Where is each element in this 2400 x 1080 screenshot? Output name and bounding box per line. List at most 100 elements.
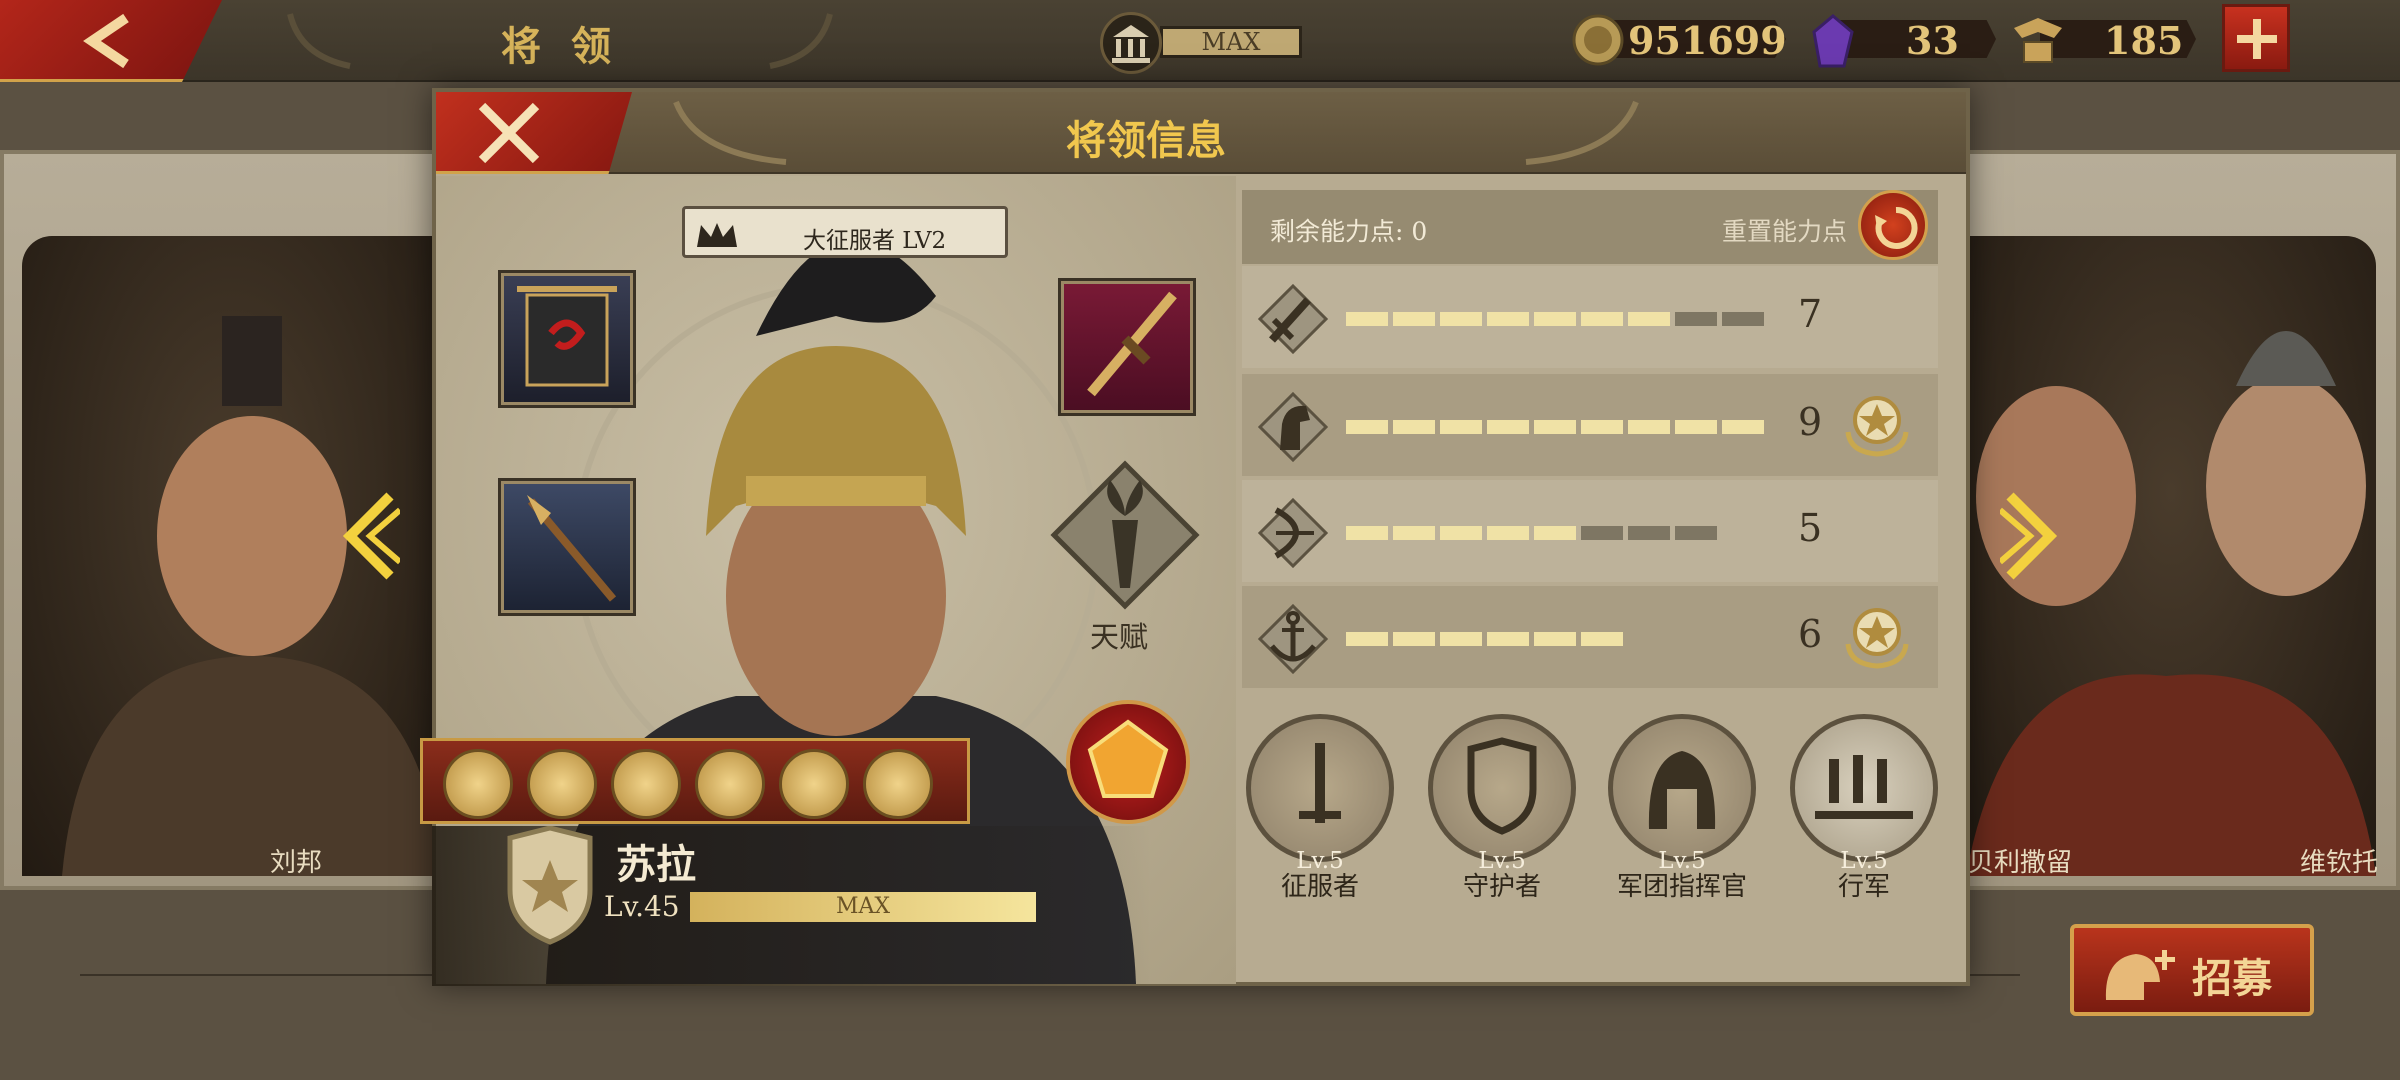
equipment-slot-spear[interactable]	[498, 478, 636, 616]
ability-row[interactable]: 9	[1242, 374, 1938, 476]
ability-bar-segment	[1581, 312, 1623, 326]
top-bar: 将 领 MAX 951699 33 185	[0, 0, 2400, 82]
remaining-points-label: 剩余能力点: 0	[1270, 217, 1428, 246]
skill-legion-commander[interactable]: Lv.5 军团指挥官	[1606, 714, 1758, 903]
marching-soldiers-icon	[1790, 714, 1938, 862]
star-laurel-icon	[1845, 396, 1909, 457]
laurel-left-icon	[673, 100, 787, 165]
skill-conqueror[interactable]: Lv.5 征服者	[1244, 714, 1396, 903]
ability-bar-segment	[1581, 632, 1623, 646]
refresh-icon	[1875, 206, 1918, 249]
building-level-indicator[interactable]: MAX	[1100, 12, 1302, 74]
reset-points-button[interactable]	[1858, 190, 1928, 260]
ability-bar-segment	[1534, 420, 1576, 434]
ability-bar-segment	[1346, 420, 1388, 434]
ability-bar-segment	[1393, 632, 1435, 646]
soldiers-medal-icon	[611, 749, 681, 819]
ability-row[interactable]: 5	[1242, 480, 1938, 582]
ability-value: 6	[1798, 612, 1823, 656]
reset-points-label: 重置能力点	[1722, 217, 1848, 246]
ability-bar-segment	[1628, 312, 1670, 326]
talent-button[interactable]: 天赋	[1050, 460, 1200, 654]
pentagon-gem-button[interactable]	[1066, 700, 1190, 824]
left-general-name: 刘邦	[270, 848, 323, 878]
coin-amount: 951699	[1628, 18, 1787, 63]
ability-bar-segment	[1393, 312, 1435, 326]
banner-medal-icon	[695, 749, 765, 819]
back-arrow-icon	[83, 13, 129, 69]
plus-icon	[2237, 19, 2277, 59]
conqueror-title-tag[interactable]: 大征服者 LV2	[682, 206, 1008, 258]
close-button[interactable]	[436, 92, 632, 174]
talent-label: 天赋	[1090, 620, 1149, 654]
recruit-label: 招募	[2192, 955, 2272, 1002]
star-laurel-icon	[1845, 608, 1909, 669]
skill-march[interactable]: Lv.5 行军	[1788, 714, 1940, 903]
medal-strip[interactable]	[420, 738, 970, 824]
temple-icon	[1100, 12, 1162, 74]
anchor-icon	[1258, 604, 1328, 674]
equipment-slot-banner[interactable]	[498, 270, 636, 408]
gem-resource[interactable]: 33	[1810, 14, 1996, 68]
spqr-amount: 185	[2104, 18, 2184, 63]
spartan-helmet-plus-icon	[2105, 950, 2175, 1000]
ability-bar-segment	[1534, 312, 1576, 326]
ability-bar-segment	[1675, 526, 1717, 540]
war-banner-icon	[517, 286, 617, 387]
horse-icon	[1258, 392, 1328, 462]
recruit-button[interactable]: 招募	[2070, 924, 2314, 1016]
ability-value: 7	[1798, 292, 1823, 336]
ability-bar-segment	[1534, 526, 1576, 540]
equipment-slot-dagger[interactable]	[1058, 278, 1196, 416]
add-resource-button[interactable]	[2222, 4, 2290, 72]
ability-bar-segment	[1440, 420, 1482, 434]
rank-star-shield-icon	[507, 826, 593, 945]
ability-bar-segment	[1675, 420, 1717, 434]
skill-level: Lv.5	[1840, 848, 1888, 874]
temple-medal-icon	[863, 749, 933, 819]
ability-row[interactable]: 6	[1242, 586, 1938, 688]
ability-bar-segment	[1487, 312, 1529, 326]
ability-bar-segment	[1346, 632, 1388, 646]
close-icon	[478, 102, 540, 164]
gem-amount: 33	[1906, 18, 1959, 63]
ability-row[interactable]: 7	[1242, 266, 1938, 368]
helmet-laurel-icon	[1608, 714, 1756, 862]
ability-bar-segment	[1487, 526, 1529, 540]
building-max-label: MAX	[1160, 26, 1302, 58]
next-general-arrow-icon[interactable]	[2000, 490, 2060, 582]
dagger-icon	[1087, 291, 1177, 397]
ability-bar-segment	[1675, 312, 1717, 326]
torch-diamond-icon	[1050, 460, 1200, 610]
ability-bar-segment	[1628, 526, 1670, 540]
sword-laurel-icon	[1246, 714, 1394, 862]
page-title: 将 领	[501, 23, 619, 70]
laurel-left-icon	[287, 13, 351, 69]
ability-bar-segment	[1346, 312, 1388, 326]
ability-bar-segment	[1487, 420, 1529, 434]
general-xp-bar: MAX	[690, 892, 1036, 922]
spqr-resource[interactable]: 185	[2010, 14, 2196, 66]
ability-bar-segment	[1722, 312, 1764, 326]
dialog-title: 将领信息	[1066, 117, 1226, 164]
ability-points-header: 剩余能力点: 0 重置能力点	[1242, 190, 1938, 264]
skill-level: Lv.5	[1296, 848, 1344, 874]
ability-bar-segment	[1628, 420, 1670, 434]
bow-icon	[1258, 498, 1328, 568]
purple-crystal-icon	[1810, 14, 1856, 74]
ability-value: 9	[1798, 400, 1823, 444]
horse-medal-icon	[527, 749, 597, 819]
pentagon-gem-icon	[1087, 719, 1169, 798]
ability-bar-segment	[1346, 526, 1388, 540]
skill-level: Lv.5	[1478, 848, 1526, 874]
ability-bar-segment	[1581, 526, 1623, 540]
compass-medal-icon	[779, 749, 849, 819]
back-button[interactable]	[0, 0, 222, 82]
coin-resource[interactable]: 951699	[1572, 14, 1788, 66]
ability-bar-segment	[1393, 420, 1435, 434]
skill-level: Lv.5	[1658, 848, 1706, 874]
prev-general-arrow-icon[interactable]	[340, 490, 400, 582]
skill-guardian[interactable]: Lv.5 守护者	[1426, 714, 1578, 903]
ability-bar-segment	[1440, 632, 1482, 646]
ability-value: 5	[1798, 506, 1823, 550]
